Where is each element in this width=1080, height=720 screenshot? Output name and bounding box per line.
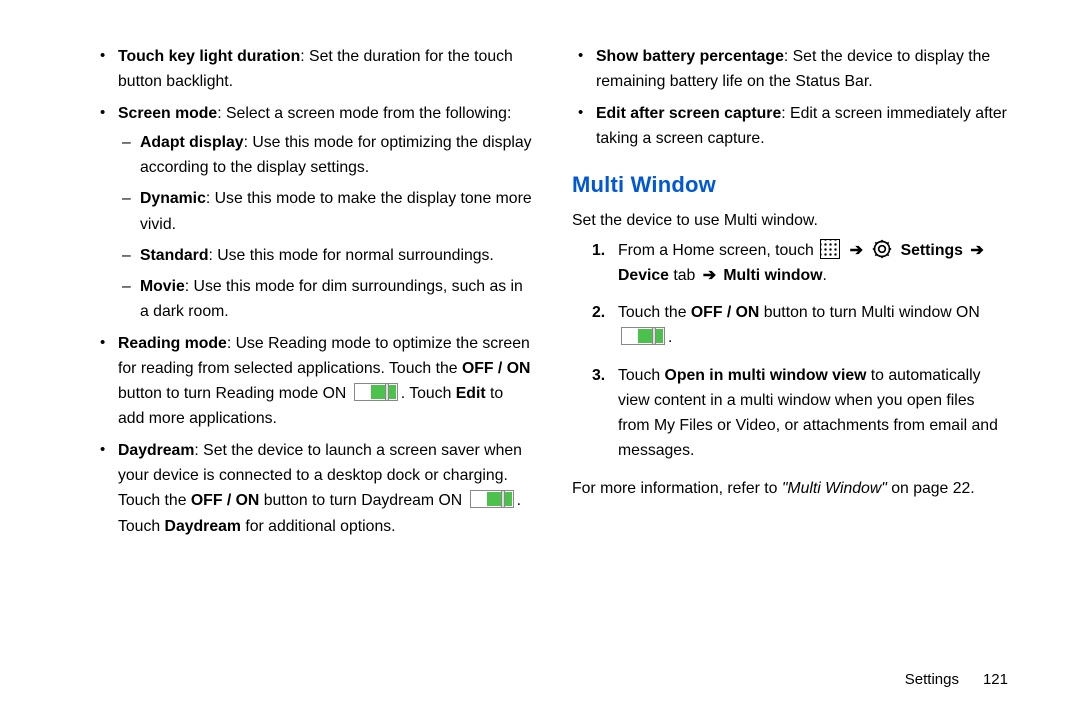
text: From a Home screen, touch	[618, 242, 818, 259]
multi-window-label: Multi window	[723, 267, 822, 284]
page: Touch key light duration: Set the durati…	[0, 0, 1080, 720]
desc: : Use this mode for normal surroundings.	[208, 247, 493, 264]
text: on page 22.	[887, 480, 975, 497]
sub-list: Adapt display: Use this mode for optimiz…	[118, 130, 532, 325]
device-tab-label: Device	[618, 267, 669, 284]
step-item: From a Home screen, touch ➔ Settings ➔ D…	[618, 238, 1010, 289]
term: Reading mode	[118, 335, 227, 352]
desc: button to turn Reading mode ON	[118, 385, 351, 402]
left-column: Touch key light duration: Set the durati…	[94, 44, 532, 690]
page-footer: Settings 121	[905, 671, 1008, 688]
arrow-icon: ➔	[700, 267, 719, 284]
left-bullet-list: Touch key light duration: Set the durati…	[94, 44, 532, 539]
text: For more information, refer to	[572, 480, 782, 497]
desc: : Use this mode for dim surroundings, su…	[140, 278, 523, 320]
term: Movie	[140, 278, 185, 295]
off-on-label: OFF / ON	[462, 360, 530, 377]
list-item: Dynamic: Use this mode to make the displ…	[134, 186, 532, 237]
list-item: Screen mode: Select a screen mode from t…	[114, 101, 532, 325]
reference: "Multi Window"	[782, 480, 887, 497]
list-item: Movie: Use this mode for dim surrounding…	[134, 274, 532, 325]
gear-icon	[872, 239, 892, 259]
term: Screen mode	[118, 105, 217, 122]
edit-label: Edit	[456, 385, 486, 402]
toggle-on-icon	[470, 490, 514, 508]
arrow-icon: ➔	[847, 242, 866, 259]
term: Standard	[140, 247, 208, 264]
text: Touch	[618, 367, 665, 384]
text: .	[823, 267, 827, 284]
term: Show battery percentage	[596, 48, 784, 65]
list-item: Daydream: Set the device to launch a scr…	[114, 438, 532, 539]
open-label: Open in multi window view	[665, 367, 867, 384]
text: button to turn Multi window ON	[759, 304, 979, 321]
settings-label: Settings	[901, 242, 963, 259]
right-bullet-list: Show battery percentage: Set the device …	[572, 44, 1010, 151]
steps-list: From a Home screen, touch ➔ Settings ➔ D…	[572, 238, 1010, 464]
tail-text: For more information, refer to "Multi Wi…	[572, 476, 1010, 501]
desc: button to turn Daydream ON	[259, 492, 466, 509]
text: .	[668, 329, 672, 346]
daydream-label: Daydream	[165, 518, 241, 535]
footer-page-number: 121	[983, 671, 1008, 688]
list-item: Standard: Use this mode for normal surro…	[134, 243, 532, 268]
apps-grid-icon	[820, 239, 840, 259]
off-on-label: OFF / ON	[191, 492, 259, 509]
footer-section: Settings	[905, 671, 959, 688]
term: Touch key light duration	[118, 48, 300, 65]
text: Touch the	[618, 304, 691, 321]
section-heading: Multi Window	[572, 167, 1010, 202]
list-item: Show battery percentage: Set the device …	[592, 44, 1010, 95]
term: Dynamic	[140, 190, 206, 207]
right-column: Show battery percentage: Set the device …	[572, 44, 1010, 690]
desc: . Touch	[401, 385, 456, 402]
term: Adapt display	[140, 134, 244, 151]
term: Daydream	[118, 442, 194, 459]
list-item: Reading mode: Use Reading mode to optimi…	[114, 331, 532, 432]
term: Edit after screen capture	[596, 105, 781, 122]
toggle-on-icon	[354, 383, 398, 401]
step-item: Touch Open in multi window view to autom…	[618, 363, 1010, 464]
arrow-icon: ➔	[967, 242, 986, 259]
toggle-on-icon	[621, 327, 665, 345]
step-item: Touch the OFF / ON button to turn Multi …	[618, 300, 1010, 351]
text: tab	[669, 267, 700, 284]
desc: for additional options.	[241, 518, 396, 535]
list-item: Adapt display: Use this mode for optimiz…	[134, 130, 532, 181]
off-on-label: OFF / ON	[691, 304, 759, 321]
desc: : Select a screen mode from the followin…	[217, 105, 511, 122]
list-item: Edit after screen capture: Edit a screen…	[592, 101, 1010, 152]
list-item: Touch key light duration: Set the durati…	[114, 44, 532, 95]
intro-text: Set the device to use Multi window.	[572, 208, 1010, 233]
